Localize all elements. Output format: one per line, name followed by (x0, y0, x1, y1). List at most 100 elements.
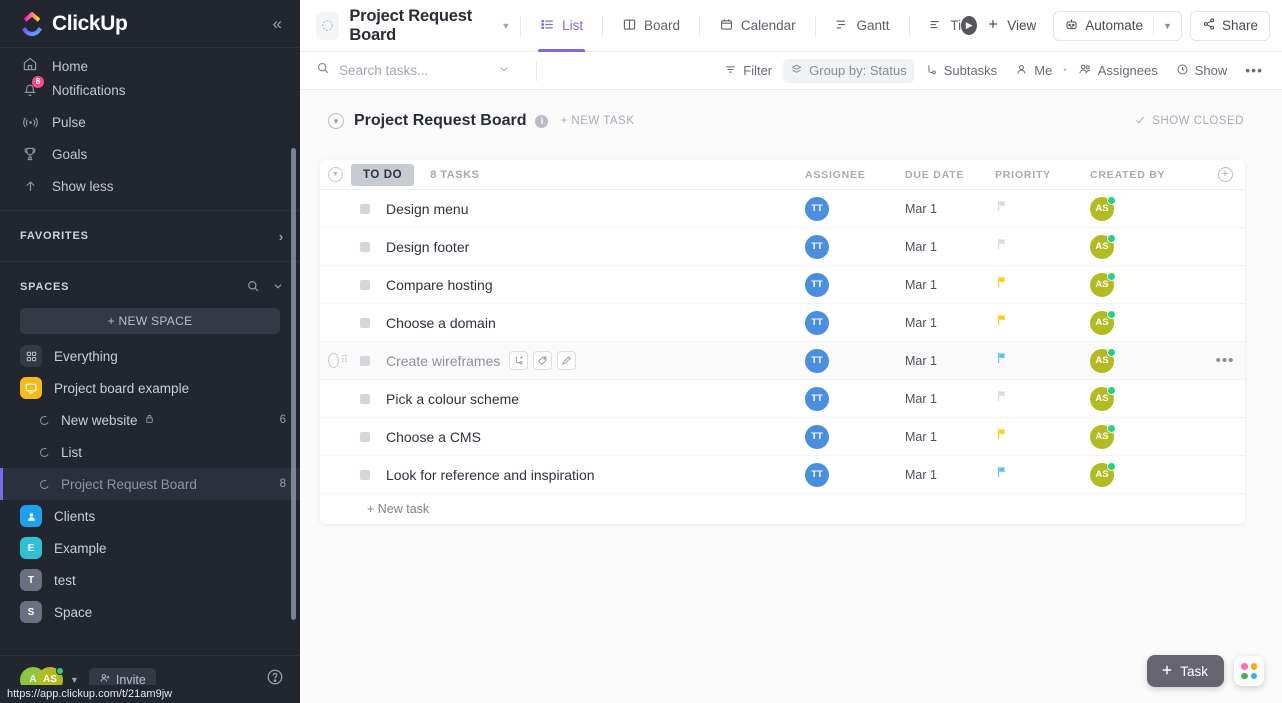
sidebar-list-new-website[interactable]: New website 6 (0, 404, 300, 436)
cell-created-by[interactable]: AS (1090, 197, 1205, 221)
cell-due-date[interactable]: Mar 1 (905, 354, 995, 368)
task-name[interactable]: Choose a CMS (386, 429, 481, 445)
new-task-button[interactable]: + NEW TASK (560, 115, 634, 127)
column-header-created-by[interactable]: CREATED BY (1090, 169, 1205, 181)
group-by-button[interactable]: Group by: Status (783, 59, 914, 83)
help-icon[interactable] (266, 668, 284, 691)
table-row[interactable]: Choose a domain TT Mar 1 AS (320, 304, 1245, 342)
cell-assignee[interactable]: TT (805, 197, 905, 221)
table-row[interactable]: Choose a CMS TT Mar 1 AS (320, 418, 1245, 456)
table-row[interactable]: Design menu TT Mar 1 AS (320, 190, 1245, 228)
apps-grid-fab[interactable] (1234, 656, 1264, 686)
me-button[interactable]: Me (1008, 59, 1059, 83)
tag-icon[interactable] (533, 351, 552, 370)
row-more-menu[interactable]: ••• (1205, 357, 1245, 365)
favorites-expand-icon[interactable]: › (279, 229, 284, 244)
table-row[interactable]: Pick a colour scheme TT Mar 1 AS (320, 380, 1245, 418)
row-checkbox[interactable] (328, 353, 339, 368)
cell-due-date[interactable]: Mar 1 (905, 468, 995, 482)
assignees-button[interactable]: Assignees (1071, 59, 1165, 83)
status-square-icon[interactable] (360, 204, 370, 214)
cell-assignee[interactable]: TT (805, 235, 905, 259)
collapse-group-icon[interactable]: ▼ (328, 167, 343, 182)
cell-assignee[interactable]: TT (805, 349, 905, 373)
sidebar-space-everything[interactable]: Everything (0, 340, 300, 372)
cell-priority[interactable] (995, 465, 1090, 484)
tab-gantt[interactable]: Gantt (825, 0, 898, 52)
automate-chevron-down-icon[interactable]: ▼ (1154, 21, 1181, 31)
share-button[interactable]: Share (1190, 11, 1270, 41)
cell-priority[interactable] (995, 237, 1090, 256)
new-space-button[interactable]: + NEW SPACE (20, 308, 280, 334)
cell-priority[interactable] (995, 313, 1090, 332)
column-header-due-date[interactable]: DUE DATE (905, 169, 995, 181)
task-name[interactable]: Choose a domain (386, 315, 496, 331)
title-chevron-down-icon[interactable]: ▼ (501, 21, 510, 31)
search-input[interactable] (339, 63, 489, 78)
cell-assignee[interactable]: TT (805, 311, 905, 335)
drag-handle-icon[interactable]: ⠿ (341, 357, 350, 365)
cell-created-by[interactable]: AS (1090, 387, 1205, 411)
table-row[interactable]: Look for reference and inspiration TT Ma… (320, 456, 1245, 494)
collapse-panel-icon[interactable]: ▼ (328, 113, 344, 129)
cell-due-date[interactable]: Mar 1 (905, 240, 995, 254)
info-icon[interactable]: i (535, 115, 548, 128)
cell-created-by[interactable]: AS (1090, 463, 1205, 487)
cell-due-date[interactable]: Mar 1 (905, 278, 995, 292)
tab-board[interactable]: Board (613, 0, 689, 52)
cell-created-by[interactable]: AS (1090, 235, 1205, 259)
status-badge[interactable]: TO DO (351, 164, 414, 186)
sidebar-item-notifications[interactable]: 8 Notifications (0, 74, 300, 106)
sidebar-item-home[interactable]: Home (0, 48, 300, 74)
sidebar-space-project-board-example[interactable]: Project board example (0, 372, 300, 404)
filter-button[interactable]: Filter (717, 59, 779, 83)
task-name[interactable]: Compare hosting (386, 277, 493, 293)
cell-created-by[interactable]: AS (1090, 311, 1205, 335)
sidebar-item-pulse[interactable]: Pulse (0, 106, 300, 138)
search-spaces-icon[interactable] (246, 279, 260, 296)
status-square-icon[interactable] (360, 280, 370, 290)
table-row[interactable]: Design footer TT Mar 1 AS (320, 228, 1245, 266)
more-options-button[interactable]: ••• (1238, 59, 1270, 83)
create-task-fab[interactable]: Task (1147, 655, 1224, 687)
task-name[interactable]: Create wireframes (386, 353, 500, 369)
task-name[interactable]: Design menu (386, 201, 469, 217)
cell-due-date[interactable]: Mar 1 (905, 430, 995, 444)
inline-new-task-button[interactable]: + New task (320, 494, 1245, 524)
search-chevron-down-icon[interactable] (498, 62, 510, 80)
status-square-icon[interactable] (360, 356, 370, 366)
add-subtask-icon[interactable] (509, 351, 528, 370)
cell-assignee[interactable]: TT (805, 273, 905, 297)
column-header-priority[interactable]: PRIORITY (995, 169, 1090, 181)
sidebar-space-test[interactable]: T test (0, 564, 300, 596)
status-square-icon[interactable] (360, 242, 370, 252)
sidebar-space-example[interactable]: E Example (0, 532, 300, 564)
chevron-down-icon[interactable] (272, 280, 284, 295)
cell-due-date[interactable]: Mar 1 (905, 316, 995, 330)
show-button[interactable]: Show (1169, 59, 1235, 83)
cell-assignee[interactable]: TT (805, 387, 905, 411)
cell-created-by[interactable]: AS (1090, 273, 1205, 297)
cell-due-date[interactable]: Mar 1 (905, 202, 995, 216)
add-column-button[interactable]: + (1205, 167, 1245, 182)
cell-assignee[interactable]: TT (805, 463, 905, 487)
task-name[interactable]: Look for reference and inspiration (386, 467, 595, 483)
tab-calendar[interactable]: Calendar (710, 0, 805, 52)
add-view-button[interactable]: View (977, 0, 1045, 52)
automate-button[interactable]: Automate (1054, 17, 1153, 35)
sidebar-scrollbar[interactable] (291, 148, 296, 620)
collapse-sidebar-icon[interactable]: « (273, 15, 282, 32)
sidebar-list-project-request-board[interactable]: Project Request Board 8 (0, 468, 300, 500)
sidebar-item-goals[interactable]: Goals (0, 138, 300, 170)
search-box[interactable] (316, 61, 526, 80)
status-square-icon[interactable] (360, 432, 370, 442)
status-square-icon[interactable] (360, 394, 370, 404)
cell-priority[interactable] (995, 351, 1090, 370)
status-square-icon[interactable] (360, 470, 370, 480)
tab-timeline[interactable]: Time (919, 0, 965, 52)
cell-created-by[interactable]: AS (1090, 349, 1205, 373)
show-closed-button[interactable]: SHOW CLOSED (1134, 114, 1254, 129)
chevron-down-icon[interactable]: ▼ (70, 675, 79, 685)
edit-icon[interactable] (557, 351, 576, 370)
cell-assignee[interactable]: TT (805, 425, 905, 449)
